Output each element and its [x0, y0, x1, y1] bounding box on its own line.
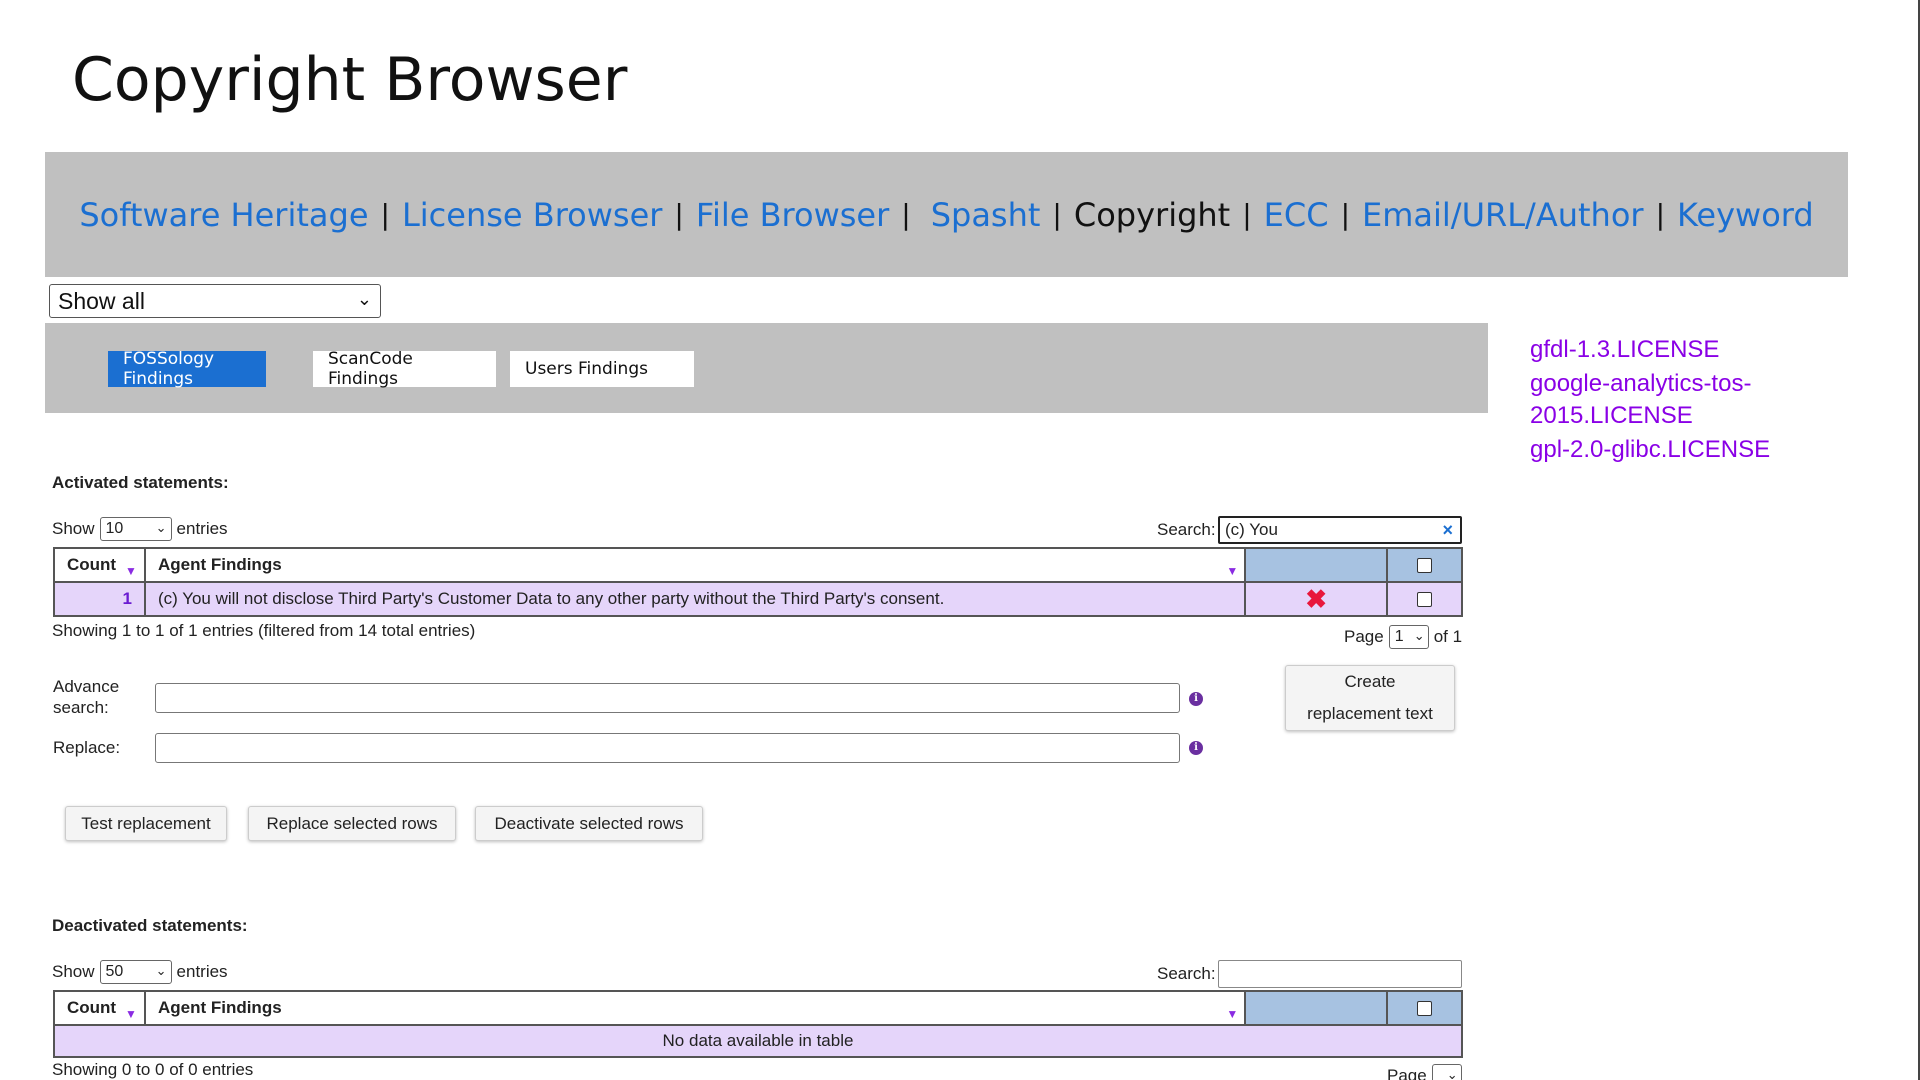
chevron-down-icon: ⌄ [1413, 628, 1425, 643]
sort-icon: ▼ [1226, 1007, 1239, 1021]
license-link[interactable]: gfdl-1.3.LICENSE [1530, 334, 1830, 366]
table-info: Showing 1 to 1 of 1 entries (filtered fr… [52, 621, 476, 640]
deactivate-selected-rows-button[interactable]: Deactivate selected rows [475, 806, 703, 841]
chevron-down-icon: ⌄ [1446, 1067, 1458, 1080]
chevron-down-icon: ⌄ [356, 289, 372, 309]
findings-tabbar: FOSSology Findings ScanCode Findings Use… [45, 323, 1488, 413]
findings-column-header[interactable]: Agent Findings ▼ [143, 547, 1247, 583]
filter-select[interactable]: Show all ⌄ [49, 284, 381, 318]
replace-label: Replace: [53, 738, 121, 757]
nav-keyword[interactable]: Keyword [1677, 196, 1814, 234]
replace-selected-rows-button[interactable]: Replace selected rows [248, 806, 456, 841]
nav-file-browser[interactable]: File Browser [696, 196, 889, 234]
search-input-value: (c) You [1225, 520, 1278, 539]
create-replacement-text-button[interactable]: Create replacement text [1285, 665, 1455, 731]
row-count: 1 [53, 581, 146, 617]
replace-input[interactable] [155, 733, 1180, 763]
page-select[interactable]: ⌄ [1431, 1064, 1462, 1080]
nav-separator: | [380, 198, 390, 231]
table-row: No data available in table [53, 1024, 1463, 1058]
nav-separator: | [1052, 198, 1062, 231]
search-label: Search: [1157, 520, 1216, 539]
page-length-value: 10 [105, 520, 124, 537]
select-all-header [1386, 547, 1463, 583]
page-length-value: 50 [105, 963, 124, 980]
page-length-select[interactable]: 50 ⌄ [99, 960, 172, 984]
nav-license-browser[interactable]: License Browser [402, 196, 662, 234]
nav-spasht[interactable]: Spasht [931, 196, 1041, 234]
main-navbar: Software Heritage | License Browser | Fi… [45, 152, 1848, 277]
count-column-header[interactable]: Count ▼ [53, 990, 146, 1026]
table-row: 1 (c) You will not disclose Third Party'… [53, 581, 1463, 617]
deactivated-search-input[interactable] [1218, 960, 1462, 988]
nav-software-heritage[interactable]: Software Heritage [79, 196, 368, 234]
page-length-select[interactable]: 10 ⌄ [99, 517, 172, 541]
chevron-down-icon: ⌄ [155, 963, 167, 978]
nav-separator: | [1655, 198, 1665, 231]
page-label: Page [1344, 627, 1384, 646]
row-action-cell: ✖ [1244, 581, 1389, 617]
action-column-header [1244, 547, 1389, 583]
activated-table: Count ▼ Agent Findings ▼ 1 (c) You will … [53, 547, 1463, 617]
nav-separator: | [674, 198, 684, 231]
nav-email-url-author[interactable]: Email/URL/Author [1362, 196, 1644, 234]
license-file-list: gfdl-1.3.LICENSE google-analytics-tos-20… [1530, 334, 1830, 468]
license-link[interactable]: gpl-2.0-glibc.LICENSE [1530, 434, 1830, 466]
chevron-down-icon: ⌄ [155, 520, 167, 535]
nav-ecc[interactable]: ECC [1264, 196, 1329, 234]
filter-select-value: Show all [58, 287, 145, 314]
activated-pager: Page 1 ⌄ of 1 [1344, 625, 1462, 649]
page-select[interactable]: 1 ⌄ [1388, 625, 1429, 649]
show-label: Show [52, 962, 95, 981]
deactivated-length-control: Show 50 ⌄ entries [52, 960, 228, 984]
page-label: Page [1387, 1066, 1427, 1080]
page-of-label: of 1 [1433, 627, 1463, 646]
count-column-header[interactable]: Count ▼ [53, 547, 146, 583]
tab-scancode-findings[interactable]: ScanCode Findings [313, 349, 496, 389]
show-label: Show [52, 519, 95, 538]
deactivated-table: Count ▼ Agent Findings ▼ No data availab… [53, 990, 1463, 1058]
activated-heading: Activated statements: [52, 473, 229, 492]
action-column-header [1244, 990, 1389, 1026]
sort-icon: ▼ [125, 564, 137, 578]
entries-label: entries [176, 962, 228, 981]
remove-icon[interactable]: ✖ [1246, 586, 1386, 612]
advance-search-label: Advance search: [53, 677, 120, 717]
row-finding: (c) You will not disclose Third Party's … [143, 581, 1247, 617]
row-select-cell [1386, 581, 1463, 617]
table-header-row: Count ▼ Agent Findings ▼ [53, 990, 1463, 1026]
nav-copyright-current: Copyright [1073, 195, 1231, 234]
nav-separator: | [901, 198, 911, 231]
empty-table-message: No data available in table [53, 1024, 1463, 1058]
row-checkbox[interactable] [1417, 591, 1433, 607]
license-link[interactable]: google-analytics-tos-2015.LICENSE [1530, 368, 1830, 432]
entries-label: entries [176, 519, 228, 538]
page-title: Copyright Browser [72, 45, 628, 115]
tab-fossology-findings[interactable]: FOSSology Findings [108, 349, 266, 389]
deactivated-heading: Deactivated statements: [52, 916, 248, 935]
tab-users-findings[interactable]: Users Findings [510, 351, 694, 387]
activated-search-input[interactable]: (c) You × [1218, 516, 1462, 544]
findings-column-header[interactable]: Agent Findings ▼ [143, 990, 1247, 1026]
deactivated-pager: Page ⌄ [1387, 1064, 1462, 1080]
page-select-value: 1 [1394, 628, 1404, 645]
select-all-checkbox[interactable] [1417, 1000, 1433, 1016]
clear-search-icon[interactable]: × [1442, 520, 1453, 541]
table-info: Showing 0 to 0 of 0 entries [52, 1060, 254, 1079]
search-label: Search: [1157, 964, 1216, 983]
select-all-header [1386, 990, 1463, 1026]
nav-separator: | [1242, 198, 1252, 231]
test-replacement-button[interactable]: Test replacement [65, 806, 227, 841]
select-all-checkbox[interactable] [1417, 557, 1433, 573]
advance-search-input[interactable] [155, 683, 1180, 713]
sort-icon: ▼ [125, 1007, 137, 1021]
activated-length-control: Show 10 ⌄ entries [52, 517, 228, 541]
sort-icon: ▼ [1226, 564, 1239, 578]
info-icon[interactable]: i [1189, 741, 1203, 755]
info-icon[interactable]: i [1189, 692, 1203, 706]
nav-separator: | [1340, 198, 1350, 231]
table-header-row: Count ▼ Agent Findings ▼ [53, 547, 1463, 583]
